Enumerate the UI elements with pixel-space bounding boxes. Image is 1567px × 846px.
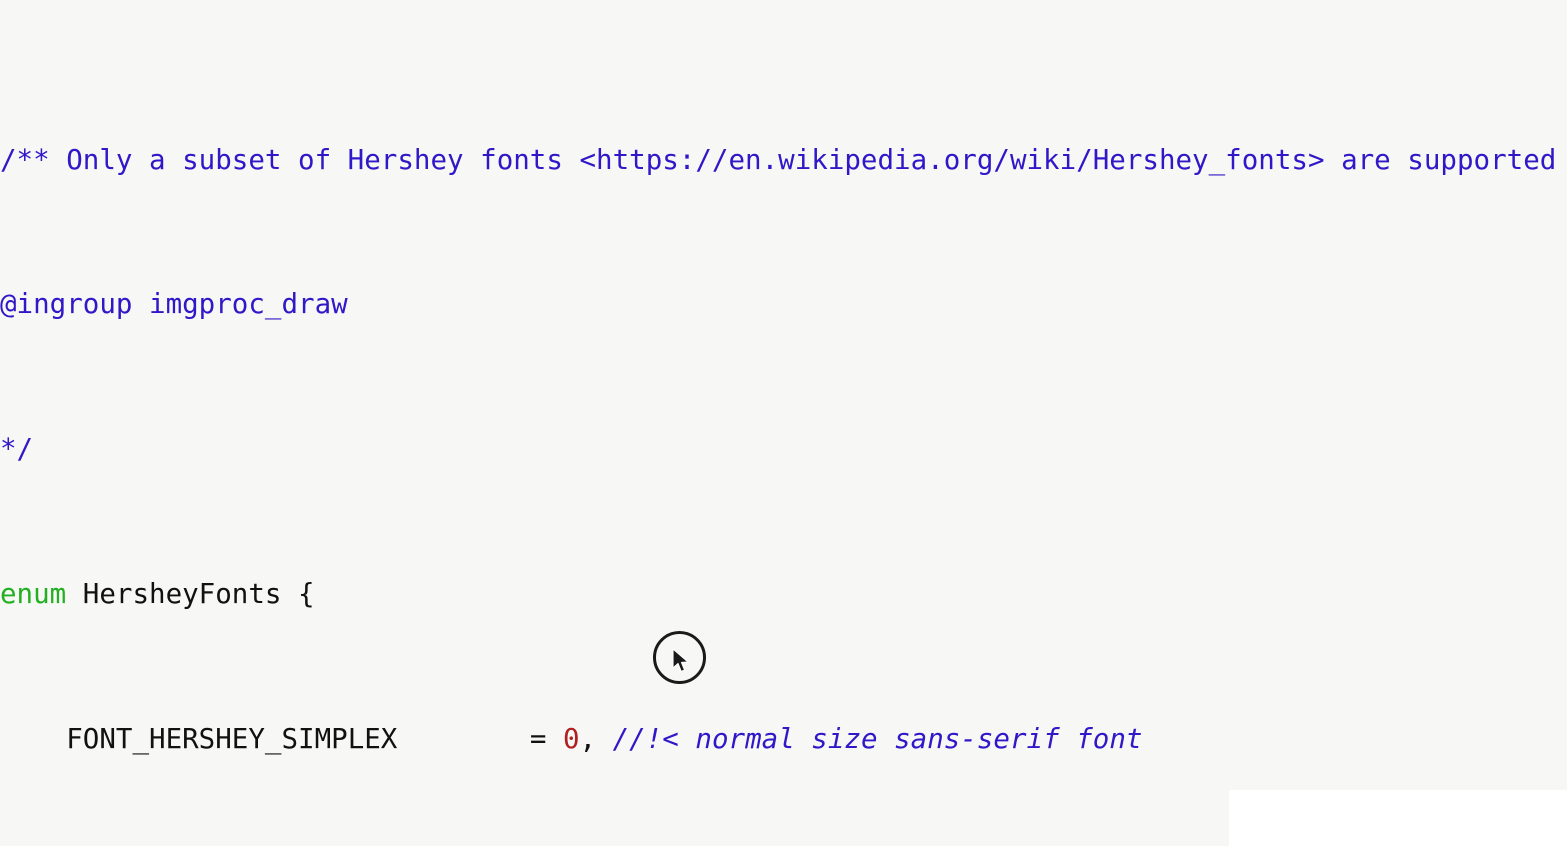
enumerator-value: 0 bbox=[562, 722, 580, 755]
overlay-panel-left bbox=[1120, 790, 1230, 846]
code-line-enum-decl: enum HersheyFonts { bbox=[0, 576, 1567, 612]
code-line-enum-simplex: FONT_HERSHEY_SIMPLEX = 0, //!< normal si… bbox=[0, 721, 1567, 757]
doc-comment-close: */ bbox=[0, 433, 34, 466]
overlay-panel-right bbox=[1229, 790, 1567, 846]
enumerator-separator: , bbox=[579, 722, 613, 755]
doc-comment-text: /** Only a subset of Hershey fonts <http… bbox=[0, 143, 1557, 176]
source-code-view[interactable]: /** Only a subset of Hershey fonts <http… bbox=[0, 0, 1567, 846]
doc-ingroup-text: @ingroup imgproc_draw bbox=[0, 288, 348, 321]
code-line-doc-open: /** Only a subset of Hershey fonts <http… bbox=[0, 142, 1567, 178]
code-line-ingroup: @ingroup imgproc_draw bbox=[0, 286, 1567, 322]
enumerator-comment: //!< normal size sans-serif font bbox=[612, 722, 1143, 755]
enumerator-name: FONT_HERSHEY_SIMPLEX = bbox=[0, 722, 563, 755]
enum-name-hersheyfonts: HersheyFonts { bbox=[66, 578, 315, 611]
code-editor-screen: /** Only a subset of Hershey fonts <http… bbox=[0, 0, 1567, 846]
keyword-enum: enum bbox=[0, 578, 67, 611]
code-line-doc-close: */ bbox=[0, 431, 1567, 467]
